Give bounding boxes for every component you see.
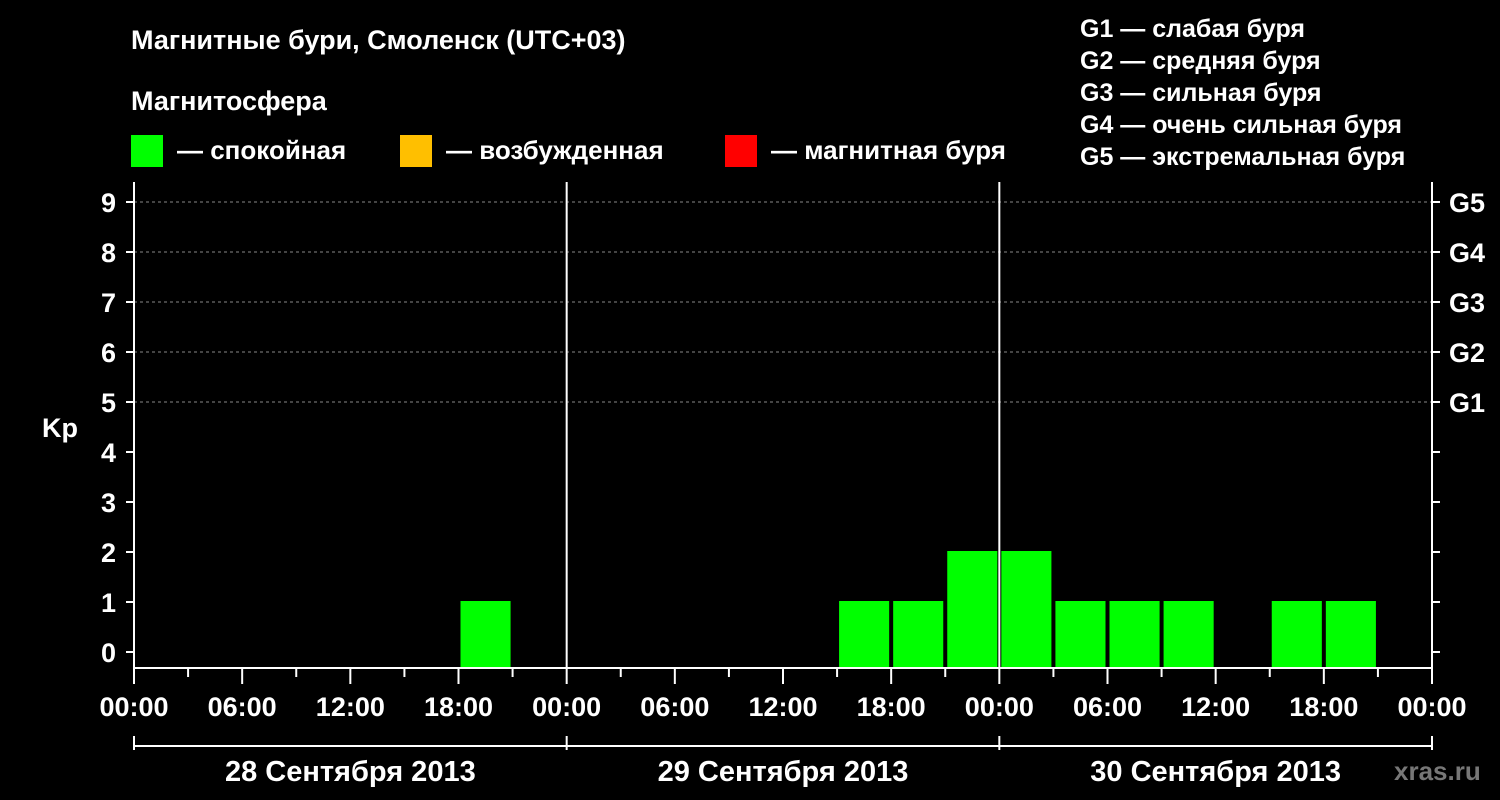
plot-area: 0 1 2 3 4 5 6 7 8 9 G1 G2 G3 G4 G5 00:00 06:00 12:00 18:00… [99, 182, 1485, 788]
y-tick-label: 4 [101, 438, 116, 468]
watermark: xras.ru [1394, 756, 1481, 786]
kp-bar [1055, 601, 1106, 668]
kp-bar [1163, 601, 1214, 668]
x-tick-label: 00:00 [99, 692, 168, 722]
kp-bar [1001, 551, 1052, 668]
x-tick-label: 00:00 [965, 692, 1034, 722]
chart-title: Магнитные бури, Смоленск (UTC+03) [131, 25, 626, 55]
legend-label-excited: — возбужденная [446, 135, 664, 165]
kp-bar [947, 551, 998, 668]
y-tick-label: 8 [101, 238, 116, 268]
x-tick-label: 18:00 [857, 692, 926, 722]
g-scale-label: G5 [1449, 188, 1485, 218]
x-tick-label: 06:00 [640, 692, 709, 722]
x-tick-label: 12:00 [748, 692, 817, 722]
y-tick-label: 5 [101, 388, 116, 418]
kp-bar [460, 601, 511, 668]
kp-bar [1325, 601, 1376, 668]
g-legend-g5: G5 — экстремальная буря [1080, 143, 1405, 171]
y-axis-label: Kp [42, 413, 78, 443]
kp-bar [1271, 601, 1322, 668]
legend-swatch-excited [400, 135, 432, 167]
x-tick-label: 12:00 [316, 692, 385, 722]
g-scale-label: G3 [1449, 288, 1485, 318]
legend-label-storm: — магнитная буря [771, 135, 1006, 165]
y-tick-label: 3 [101, 488, 116, 518]
x-tick-label: 18:00 [424, 692, 493, 722]
kp-chart: Магнитные бури, Смоленск (UTC+03) Магнит… [42, 15, 1485, 788]
g-legend-g4: G4 — очень сильная буря [1080, 111, 1402, 139]
kp-bar [839, 601, 890, 668]
day-label: 28 Сентября 2013 [225, 756, 476, 788]
x-tick-label: 06:00 [208, 692, 277, 722]
kp-bar [1109, 601, 1160, 668]
legend-swatch-storm [725, 135, 757, 167]
g-legend-g2: G2 — средняя буря [1080, 47, 1321, 75]
g-legend-g1: G1 — слабая буря [1080, 15, 1305, 43]
x-tick-label: 00:00 [1397, 692, 1466, 722]
y-tick-label: 9 [101, 188, 116, 218]
chart-subtitle: Магнитосфера [131, 86, 328, 116]
g-scale-label: G4 [1449, 238, 1485, 268]
y-tick-label: 0 [101, 638, 116, 668]
kp-bar [893, 601, 944, 668]
x-tick-label: 00:00 [532, 692, 601, 722]
x-tick-label: 18:00 [1289, 692, 1358, 722]
legend-swatch-quiet [131, 135, 163, 167]
y-tick-label: 6 [101, 338, 116, 368]
g-scale-label: G1 [1449, 388, 1485, 418]
day-label: 30 Сентября 2013 [1090, 756, 1341, 788]
g-legend-g3: G3 — сильная буря [1080, 79, 1322, 107]
y-tick-label: 1 [101, 588, 116, 618]
legend-label-quiet: — спокойная [177, 135, 346, 165]
x-tick-label: 06:00 [1073, 692, 1142, 722]
x-tick-label: 12:00 [1181, 692, 1250, 722]
y-tick-label: 7 [101, 288, 116, 318]
day-label: 29 Сентября 2013 [658, 756, 909, 788]
g-scale-label: G2 [1449, 338, 1485, 368]
y-tick-label: 2 [101, 538, 116, 568]
